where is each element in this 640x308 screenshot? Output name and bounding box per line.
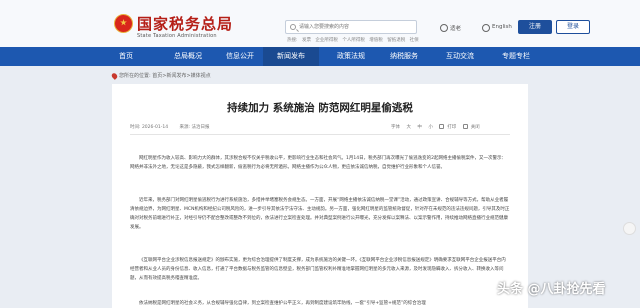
print-icon [439,124,445,129]
hot-word-link[interactable]: 个人所得税 [342,38,365,43]
nav-item-disclosure[interactable]: 信息公开 [212,47,268,66]
side-avatar-icon[interactable] [623,222,636,235]
search-icon[interactable] [290,24,296,30]
search-box[interactable] [285,20,417,34]
article-paragraph: 《互联网平台企业涉税信息报送规定》的颁布实施，更为综合治理提供了制度支撑，成为系… [130,258,506,281]
article-paragraph: 依法纳税是网红明星的社会义务，从合规辅导强化自律，到立案检查维护公平正义，再到制… [139,301,426,306]
article-meta: 时间: 2026-01-14 来源: 法治日报 [130,124,220,130]
print-button[interactable]: 打印 [439,124,457,130]
article-title: 持续加力 系统施治 防范网红明星偷逃税 [227,102,413,114]
divider [130,134,510,135]
site-subtitle: State Taxation Administration [137,33,217,39]
english-link[interactable]: English [492,24,512,30]
nav-item-service[interactable]: 纳税服务 [376,47,432,66]
hot-word-link[interactable]: 发票 [302,38,311,43]
watermark: 头条 @八卦抢先看 [497,282,606,297]
hot-word-link[interactable]: 留抵退税 [387,38,405,43]
font-medium-button[interactable]: 中 [417,125,422,130]
hot-word-link[interactable]: 增值税 [369,38,383,43]
main-nav: 首页 总局概况 信息公开 新闻发布 政策法规 纳税服务 互动交流 专题专栏 [0,47,640,66]
hot-search-words: 热搜: 发票 企业所得税 个人所得税 增值税 留抵退税 社保 [287,37,422,43]
nav-item-topics[interactable]: 专题专栏 [488,47,544,66]
print-label: 打印 [447,125,457,130]
globe-icon[interactable] [482,24,490,32]
elderly-mode-link[interactable]: 适老 [450,24,461,32]
search-input[interactable] [299,21,415,33]
elderly-mode-icon[interactable] [440,24,448,32]
font-large-button[interactable]: 大 [406,125,411,130]
close-button[interactable]: 关闭 [462,124,480,130]
article-paragraph: 近年来，税务部门对网红明星偷逃税行为进行系统施治，多措并举堵塞税务会规生态。一方… [130,198,510,230]
close-icon [462,124,468,129]
national-emblem-icon[interactable] [114,14,133,33]
register-button[interactable]: 注册 [518,20,552,34]
nav-item-policy[interactable]: 政策法规 [323,47,379,66]
font-small-button[interactable]: 小 [428,125,433,130]
hot-words-label: 热搜: [287,38,298,43]
close-label: 关闭 [470,125,480,130]
nav-item-interaction[interactable]: 互动交流 [432,47,488,66]
site-header: 国家税务总局 State Taxation Administration 热搜:… [0,0,640,47]
nav-item-overview[interactable]: 总局概况 [160,47,216,66]
nav-item-news[interactable]: 新闻发布 [263,47,319,66]
font-size-label: 字体 [391,125,400,130]
article-card: 持续加力 系统施治 防范网红明星偷逃税 时间: 2026-01-14 来源: 法… [112,84,528,308]
location-pin-icon [110,72,119,80]
login-button[interactable]: 登录 [556,20,590,34]
nav-item-home[interactable]: 首页 [98,47,154,66]
hot-word-link[interactable]: 社保 [410,38,419,43]
article-source: 来源: 法治日报 [179,125,210,130]
breadcrumb[interactable]: 您所在的位置: 首页>新闻发布>媒体视点 [119,72,211,79]
article-paragraph: 网红明星作为收入较高、影响力大的群体，其涉税合规不仅关乎税收公平，更影响行业生态… [130,156,506,170]
article-date: 时间: 2026-01-14 [130,125,169,130]
hot-word-link[interactable]: 企业所得税 [315,38,338,43]
site-title[interactable]: 国家税务总局 [137,13,233,34]
article-tools: 字体 大 中 小 打印 关闭 [391,124,485,130]
